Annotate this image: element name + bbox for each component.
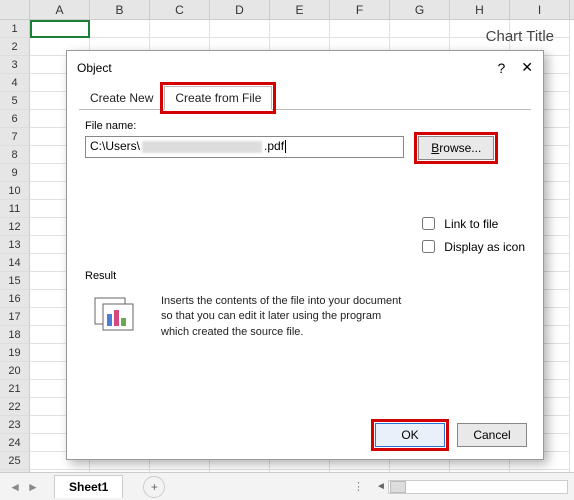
- cell[interactable]: [90, 20, 150, 38]
- browse-button[interactable]: Browse...: [418, 136, 494, 160]
- tab-create-from-file[interactable]: Create from File: [164, 86, 272, 110]
- col-header[interactable]: C: [150, 0, 210, 19]
- link-to-file-label: Link to file: [444, 217, 498, 231]
- chevron-left-icon[interactable]: ◄: [9, 480, 21, 494]
- row-header[interactable]: 22: [0, 398, 30, 416]
- row-header[interactable]: 10: [0, 182, 30, 200]
- row-header[interactable]: 25: [0, 452, 30, 470]
- result-label: Result: [85, 270, 525, 282]
- row-header[interactable]: 2: [0, 38, 30, 56]
- dialog-tabs: Create New Create from File: [79, 86, 531, 110]
- col-header[interactable]: G: [390, 0, 450, 19]
- help-button[interactable]: ?: [497, 60, 505, 76]
- row-header[interactable]: 18: [0, 326, 30, 344]
- row-header[interactable]: 17: [0, 308, 30, 326]
- redacted-path: [142, 141, 262, 153]
- sheet-tab-active[interactable]: Sheet1: [54, 475, 123, 498]
- result-description: Inserts the contents of the file into yo…: [161, 294, 411, 340]
- file-name-input[interactable]: C:\Users\ .pdf: [85, 136, 404, 158]
- col-header[interactable]: E: [270, 0, 330, 19]
- row-header[interactable]: 24: [0, 434, 30, 452]
- col-header[interactable]: B: [90, 0, 150, 19]
- row-headers: 1234567891011121314151617181920212223242…: [0, 20, 30, 488]
- ok-button[interactable]: OK: [375, 423, 445, 447]
- col-header[interactable]: H: [450, 0, 510, 19]
- col-header[interactable]: D: [210, 0, 270, 19]
- column-headers: A B C D E F G H I: [0, 0, 574, 20]
- row-header[interactable]: 7: [0, 128, 30, 146]
- text-caret: [285, 140, 286, 153]
- sheet-tab-bar: ◄ ► Sheet1 + ⋮ ◄: [0, 472, 574, 500]
- tab-split-icon[interactable]: ⋮: [353, 480, 364, 493]
- row-header[interactable]: 5: [0, 92, 30, 110]
- link-to-file-checkbox[interactable]: Link to file: [418, 214, 525, 233]
- row-header[interactable]: 6: [0, 110, 30, 128]
- col-header[interactable]: A: [30, 0, 90, 19]
- cell[interactable]: [270, 20, 330, 38]
- row-header[interactable]: 23: [0, 416, 30, 434]
- object-dialog: Object ? ✕ Create New Create from File F…: [66, 50, 544, 460]
- row-header[interactable]: 3: [0, 56, 30, 74]
- cell[interactable]: [330, 20, 390, 38]
- display-as-icon-label: Display as icon: [444, 240, 525, 254]
- row-header[interactable]: 15: [0, 272, 30, 290]
- row-header[interactable]: 1: [0, 20, 30, 38]
- row-header[interactable]: 9: [0, 164, 30, 182]
- row-header[interactable]: 13: [0, 236, 30, 254]
- dialog-title: Object: [77, 61, 497, 75]
- sheet-nav[interactable]: ◄ ►: [0, 480, 48, 494]
- horizontal-scrollbar[interactable]: [388, 480, 568, 494]
- dialog-titlebar: Object ? ✕: [67, 51, 543, 82]
- row-header[interactable]: 14: [0, 254, 30, 272]
- cell[interactable]: [150, 20, 210, 38]
- row-header[interactable]: 19: [0, 344, 30, 362]
- file-prefix: C:\Users\: [90, 139, 140, 153]
- display-as-icon-checkbox[interactable]: Display as icon: [418, 237, 525, 256]
- close-button[interactable]: ✕: [521, 59, 533, 76]
- display-as-icon-input[interactable]: [422, 240, 435, 253]
- select-all-corner[interactable]: [0, 0, 30, 19]
- row-header[interactable]: 16: [0, 290, 30, 308]
- link-to-file-input[interactable]: [422, 217, 435, 230]
- cell[interactable]: [30, 20, 90, 38]
- scroll-left-icon[interactable]: ◄: [374, 480, 388, 494]
- row-header[interactable]: 21: [0, 380, 30, 398]
- chart-title: Chart Title: [486, 28, 554, 45]
- tab-create-new[interactable]: Create New: [79, 86, 164, 110]
- row-header[interactable]: 8: [0, 146, 30, 164]
- file-name-label: File name:: [85, 120, 525, 132]
- result-icon: [87, 294, 147, 334]
- chevron-right-icon[interactable]: ►: [27, 480, 39, 494]
- row-header[interactable]: 4: [0, 74, 30, 92]
- result-box: Inserts the contents of the file into yo…: [85, 288, 525, 380]
- cell[interactable]: [390, 20, 450, 38]
- cancel-button[interactable]: Cancel: [457, 423, 527, 447]
- col-header[interactable]: I: [510, 0, 570, 19]
- cell[interactable]: [210, 20, 270, 38]
- add-sheet-button[interactable]: +: [143, 476, 165, 498]
- row-header[interactable]: 12: [0, 218, 30, 236]
- file-suffix: .pdf: [264, 139, 284, 153]
- row-header[interactable]: 11: [0, 200, 30, 218]
- row-header[interactable]: 20: [0, 362, 30, 380]
- col-header[interactable]: F: [330, 0, 390, 19]
